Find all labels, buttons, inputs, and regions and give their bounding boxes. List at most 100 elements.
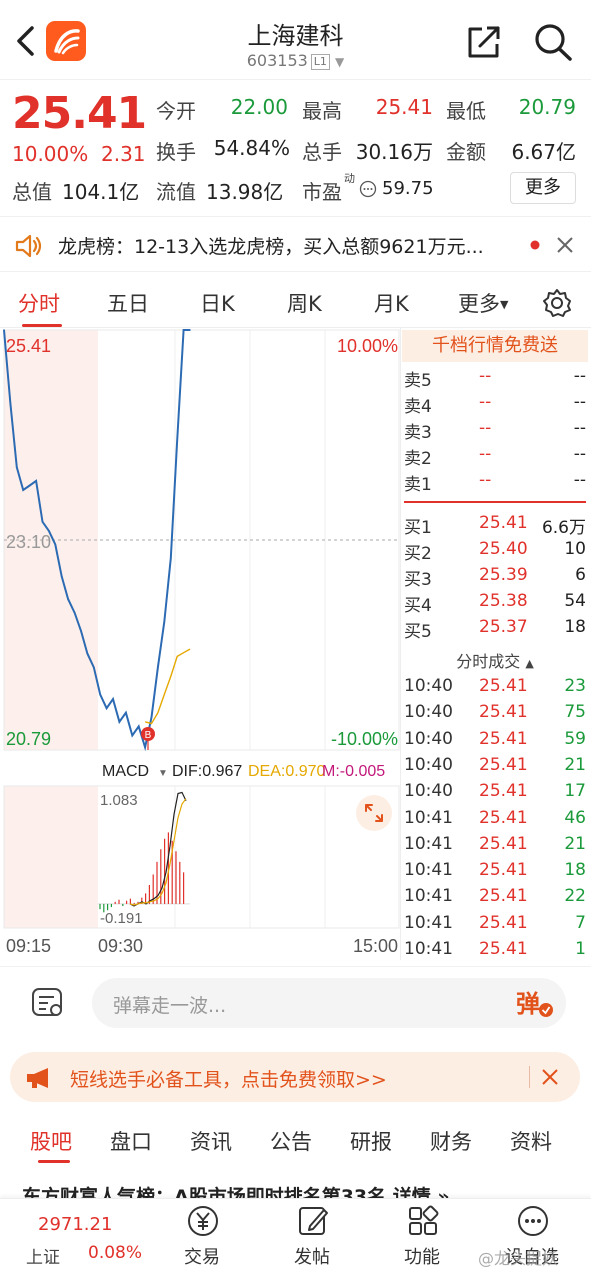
bid-volume: 54 bbox=[564, 591, 586, 611]
tab-daily-k[interactable]: 日K bbox=[200, 288, 235, 318]
trade-row: 10:41 25.41 18 bbox=[404, 860, 586, 886]
nav-trade[interactable]: 交易 bbox=[184, 1243, 220, 1269]
trade-icon[interactable] bbox=[186, 1204, 220, 1238]
y-top-price: 25.41 bbox=[6, 336, 51, 356]
high-value: 25.41 bbox=[375, 95, 433, 119]
info-dots-icon[interactable] bbox=[359, 180, 377, 198]
share-icon[interactable] bbox=[464, 22, 504, 62]
functions-icon[interactable] bbox=[406, 1204, 440, 1238]
danmu-toggle-button[interactable]: 弹 bbox=[510, 982, 562, 1024]
tab-research[interactable]: 研报 bbox=[350, 1126, 392, 1156]
tab-pankou[interactable]: 盘口 bbox=[110, 1126, 152, 1156]
post-icon[interactable] bbox=[296, 1204, 330, 1238]
promo-close-icon[interactable] bbox=[541, 1068, 559, 1086]
tab-monthly-k[interactable]: 月K bbox=[374, 288, 409, 318]
trade-time: 10:40 bbox=[404, 702, 453, 723]
trade-row: 10:40 25.41 23 bbox=[404, 676, 586, 702]
float-value: 13.98亿 bbox=[206, 180, 284, 204]
change-amount: 2.31 bbox=[100, 142, 146, 166]
expand-chart-button[interactable] bbox=[356, 795, 392, 831]
dragon-tiger-notice[interactable]: 龙虎榜：12-13入选龙虎榜，买入总额9621万元... bbox=[0, 216, 591, 272]
macd-label[interactable]: MACD bbox=[102, 763, 149, 780]
bid-level: 买5 bbox=[404, 622, 432, 642]
search-icon[interactable] bbox=[532, 22, 574, 62]
nav-functions[interactable]: 功能 bbox=[404, 1243, 440, 1269]
trades-title[interactable]: 分时成交 ▲ bbox=[404, 648, 586, 672]
trade-time: 10:40 bbox=[404, 781, 453, 802]
open-label: 今开 bbox=[156, 99, 196, 123]
ask-price: -- bbox=[479, 366, 492, 386]
trade-price: 25.41 bbox=[479, 807, 528, 828]
amount-value: 6.67亿 bbox=[511, 140, 576, 164]
amount-label: 金额 bbox=[446, 140, 486, 164]
low-value: 20.79 bbox=[518, 95, 576, 119]
trade-row: 10:41 25.41 46 bbox=[404, 808, 586, 834]
trade-time: 10:40 bbox=[404, 676, 453, 696]
mktcap-label: 总值 bbox=[12, 180, 52, 204]
trades-title-label: 分时成交 bbox=[456, 652, 521, 671]
open-value: 22.00 bbox=[230, 95, 288, 119]
ask-row: 卖2 -- -- bbox=[404, 444, 586, 470]
thousand-level-banner[interactable]: 千档行情免费送 bbox=[402, 330, 588, 362]
ask-level: 卖5 bbox=[404, 371, 432, 391]
trade-price: 25.41 bbox=[479, 886, 528, 907]
watermark: @龙头捉妖 bbox=[478, 1249, 559, 1268]
price-change: 10.00% 2.31 bbox=[12, 142, 146, 166]
tab-weekly-k[interactable]: 周K bbox=[287, 288, 322, 318]
buy-marker[interactable]: B bbox=[141, 727, 155, 750]
trade-row: 10:40 25.41 17 bbox=[404, 781, 586, 807]
ask-level: 卖2 bbox=[404, 449, 432, 469]
trade-row: 10:41 25.41 1 bbox=[404, 939, 586, 965]
macd-m: M:-0.005 bbox=[322, 763, 385, 780]
unread-dot-icon bbox=[530, 240, 540, 250]
index-value[interactable]: 2971.21 bbox=[38, 1214, 112, 1235]
promo-text: 短线选手必备工具，点击免费领取>> bbox=[70, 1069, 387, 1091]
more-button[interactable]: 更多 bbox=[510, 172, 576, 204]
low-label: 最低 bbox=[446, 99, 486, 123]
trade-row: 10:40 25.41 59 bbox=[404, 729, 586, 755]
bid-volume: 18 bbox=[564, 617, 586, 637]
tab-profile[interactable]: 资料 bbox=[510, 1126, 552, 1156]
pe-value: 59.75 bbox=[382, 178, 434, 199]
bid-row: 买4 25.38 54 bbox=[404, 591, 586, 617]
turnover-label: 换手 bbox=[156, 140, 196, 164]
ask-volume: -- bbox=[573, 366, 586, 386]
ask-price: -- bbox=[479, 470, 492, 490]
level-tag: L1 bbox=[310, 54, 330, 70]
intraday-chart[interactable]: B 25.41 10.00% 23.10 20.79 -10.00% MACD … bbox=[0, 328, 400, 960]
bid-row: 买5 25.37 18 bbox=[404, 617, 586, 643]
trade-time: 10:40 bbox=[404, 728, 453, 749]
bid-row: 买3 25.39 6 bbox=[404, 565, 586, 591]
tab-news[interactable]: 资讯 bbox=[190, 1126, 232, 1156]
y-mid-price: 23.10 bbox=[6, 532, 51, 552]
tab-more[interactable]: 更多▼ bbox=[458, 288, 508, 318]
tab-finance[interactable]: 财务 bbox=[430, 1126, 472, 1156]
bid-row: 买1 25.41 6.6万 bbox=[404, 513, 586, 539]
gear-icon[interactable] bbox=[542, 288, 572, 318]
trade-row: 10:40 25.41 21 bbox=[404, 755, 586, 781]
close-icon[interactable] bbox=[556, 236, 574, 254]
current-price: 25.41 bbox=[12, 88, 147, 139]
trade-time: 10:41 bbox=[404, 833, 453, 854]
trade-price: 25.41 bbox=[479, 676, 528, 696]
tab-intraday[interactable]: 分时 bbox=[18, 288, 60, 318]
tab-more-label: 更多 bbox=[458, 292, 500, 316]
danmu-settings-icon[interactable] bbox=[30, 986, 66, 1020]
bid-price: 25.39 bbox=[479, 565, 528, 585]
more-dots-icon[interactable] bbox=[516, 1204, 550, 1238]
ask-price: -- bbox=[479, 418, 492, 438]
buy-marker-label: B bbox=[145, 730, 152, 741]
trade-row: 10:41 25.41 22 bbox=[404, 886, 586, 912]
tab-guba[interactable]: 股吧 bbox=[30, 1126, 72, 1156]
tab-announcements[interactable]: 公告 bbox=[270, 1126, 312, 1156]
bid-level: 买3 bbox=[404, 570, 432, 590]
trade-time: 10:41 bbox=[404, 860, 453, 881]
pe-superscript: 动 bbox=[344, 172, 355, 185]
bid-price: 25.37 bbox=[479, 617, 528, 637]
bid-volume: 6.6万 bbox=[541, 518, 586, 538]
y-top-pct: 10.00% bbox=[337, 336, 398, 356]
macd-dropdown-icon[interactable]: ▼ bbox=[158, 768, 168, 779]
volume-value: 30.16万 bbox=[355, 140, 433, 164]
tab-five-day[interactable]: 五日 bbox=[107, 288, 149, 318]
nav-post[interactable]: 发帖 bbox=[294, 1243, 330, 1269]
